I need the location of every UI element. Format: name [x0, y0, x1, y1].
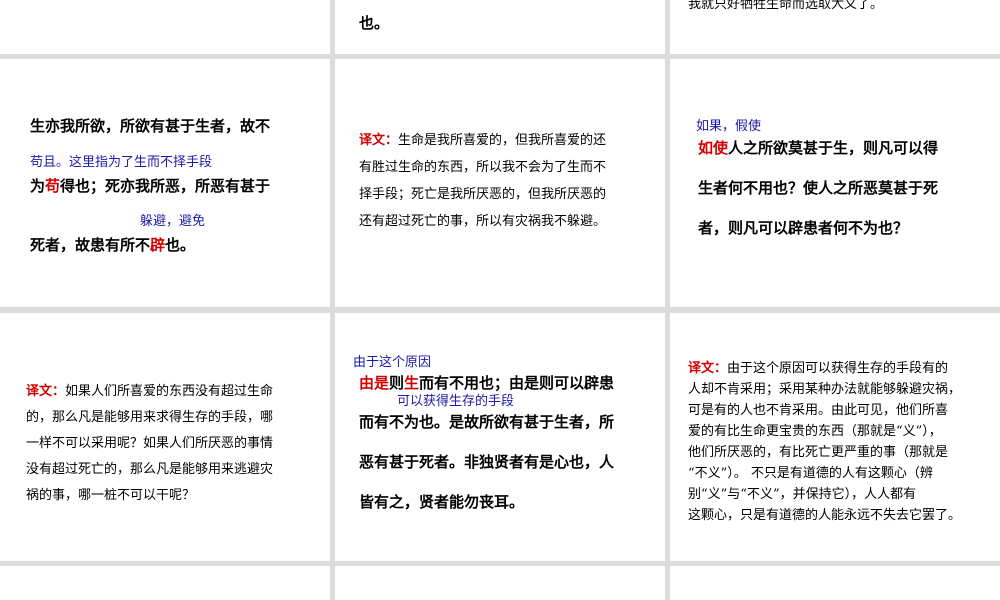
original-text-line: 如使人之所欲莫甚于生，则凡可以得 — [698, 139, 939, 157]
annotation: 苟且。这里指为了生而不择手段 — [30, 155, 213, 170]
slide-top-right: 我就只好牺牲生命而选取大义了。 — [670, 0, 1000, 54]
slide-row2-left: 生亦我所欲，所欲有甚于生者，故不 苟且。这里指为了生而不择手段 为苟得也；死亦我… — [0, 59, 330, 307]
translation-line: 译文：由于这个原因可以获得生存的手段有的 — [688, 361, 949, 376]
original-text-line: 为苟得也；死亦我所恶，所恶有甚于 — [30, 177, 271, 195]
translation-line: 择手段；死亡是我所厌恶的，但我所厌恶的 — [359, 187, 607, 202]
slide-top-middle: 也。 — [335, 0, 665, 54]
original-text-line: 皆有之，贤者能勿丧耳。 — [359, 493, 525, 511]
slide-row2-right: 如果，假使 如使人之所欲莫甚于生，则凡可以得 生者何不用也？使人之所恶莫甚于死 … — [670, 59, 1000, 307]
translation-line: 人却不肯采用；采用某种办法就能够躲避灾祸， — [688, 382, 962, 397]
translation-line: “不义”）。 不只是有道德的人有这颗心（辨 — [688, 466, 933, 481]
translation-line: 还有超过死亡的事，所以有灾祸我不躲避。 — [359, 214, 607, 229]
translation-line: 可是有的人也不肯采用。由此可见，他们所喜 — [688, 403, 949, 418]
original-text-line: 而有不为也。是故所欲有甚于生者，所 — [359, 413, 615, 431]
original-text-line: 死者，故患有所不辟也。 — [30, 236, 196, 254]
annotation: 如果，假使 — [696, 119, 762, 134]
translation-line: 祸的事，哪一桩不可以干呢？ — [26, 488, 196, 503]
highlighted-word: 如使 — [698, 139, 729, 157]
slide-bottom-right — [670, 566, 1000, 600]
translation-line: 一样不可以采用呢？如果人们所厌恶的事情 — [26, 436, 274, 451]
translation-line: 译文：生命是我所喜爱的，但我所喜爱的还 — [359, 133, 607, 148]
translation-label: 译文： — [688, 361, 728, 376]
translation-line: 没有超过死亡的，那么凡是能够用来逃避灾 — [26, 462, 274, 477]
slide-row2-middle: 译文：生命是我所喜爱的，但我所喜爱的还 有胜过生命的东西，所以我不会为了生而不 … — [335, 59, 665, 307]
slide-text: 也。 — [359, 14, 390, 32]
translation-line: 别“义”与“不义”，并保持它），人人都有 — [688, 487, 917, 502]
original-text-line: 者，则凡可以辟患者何不为也？ — [698, 219, 909, 237]
slide-row3-middle: 由于这个原因 由是则生而有不用也；由是则可以辟患 可以获得生存的手段 而有不为也… — [335, 313, 665, 561]
annotation: 躲避，避免 — [140, 214, 206, 229]
original-text-line: 生亦我所欲，所欲有甚于生者，故不 — [30, 117, 271, 135]
translation-line: 爱的有比生命更宝贵的东西（那就是“义”）， — [688, 424, 942, 439]
slide-bottom-middle — [335, 566, 665, 600]
highlighted-word: 苟 — [45, 177, 61, 195]
slide-top-left — [0, 0, 330, 54]
annotation: 由于这个原因 — [353, 355, 432, 370]
highlighted-word: 辟 — [150, 236, 166, 254]
translation-line: 这颗心，只是有道德的人能永远不失去它罢了。 — [688, 508, 962, 523]
slide-bottom-left — [0, 566, 330, 600]
highlighted-word: 由是 — [359, 374, 390, 392]
slide-row3-left: 译文：如果人们所喜爱的东西没有超过生命 的，那么凡是能够用来求得生存的手段，哪 … — [0, 313, 330, 561]
annotation: 可以获得生存的手段 — [397, 394, 515, 409]
original-text-line: 生者何不用也？使人之所恶莫甚于死 — [698, 179, 939, 197]
translation-label: 译文： — [359, 133, 399, 148]
translation-line: 他们所厌恶的，有比死亡更严重的事（那就是 — [688, 445, 949, 460]
translation-line: 译文：如果人们所喜爱的东西没有超过生命 — [26, 384, 274, 399]
slide-row3-right: 译文：由于这个原因可以获得生存的手段有的 人却不肯采用；采用某种办法就能够躲避灾… — [670, 313, 1000, 561]
translation-line: 有胜过生命的东西，所以我不会为了生而不 — [359, 160, 607, 175]
translation-label: 译文： — [26, 384, 66, 399]
original-text-line: 恶有甚于死者。非独贤者有是心也，人 — [359, 453, 615, 471]
slide-text: 我就只好牺牲生命而选取大义了。 — [688, 0, 884, 12]
translation-line: 的，那么凡是能够用来求得生存的手段，哪 — [26, 410, 274, 425]
